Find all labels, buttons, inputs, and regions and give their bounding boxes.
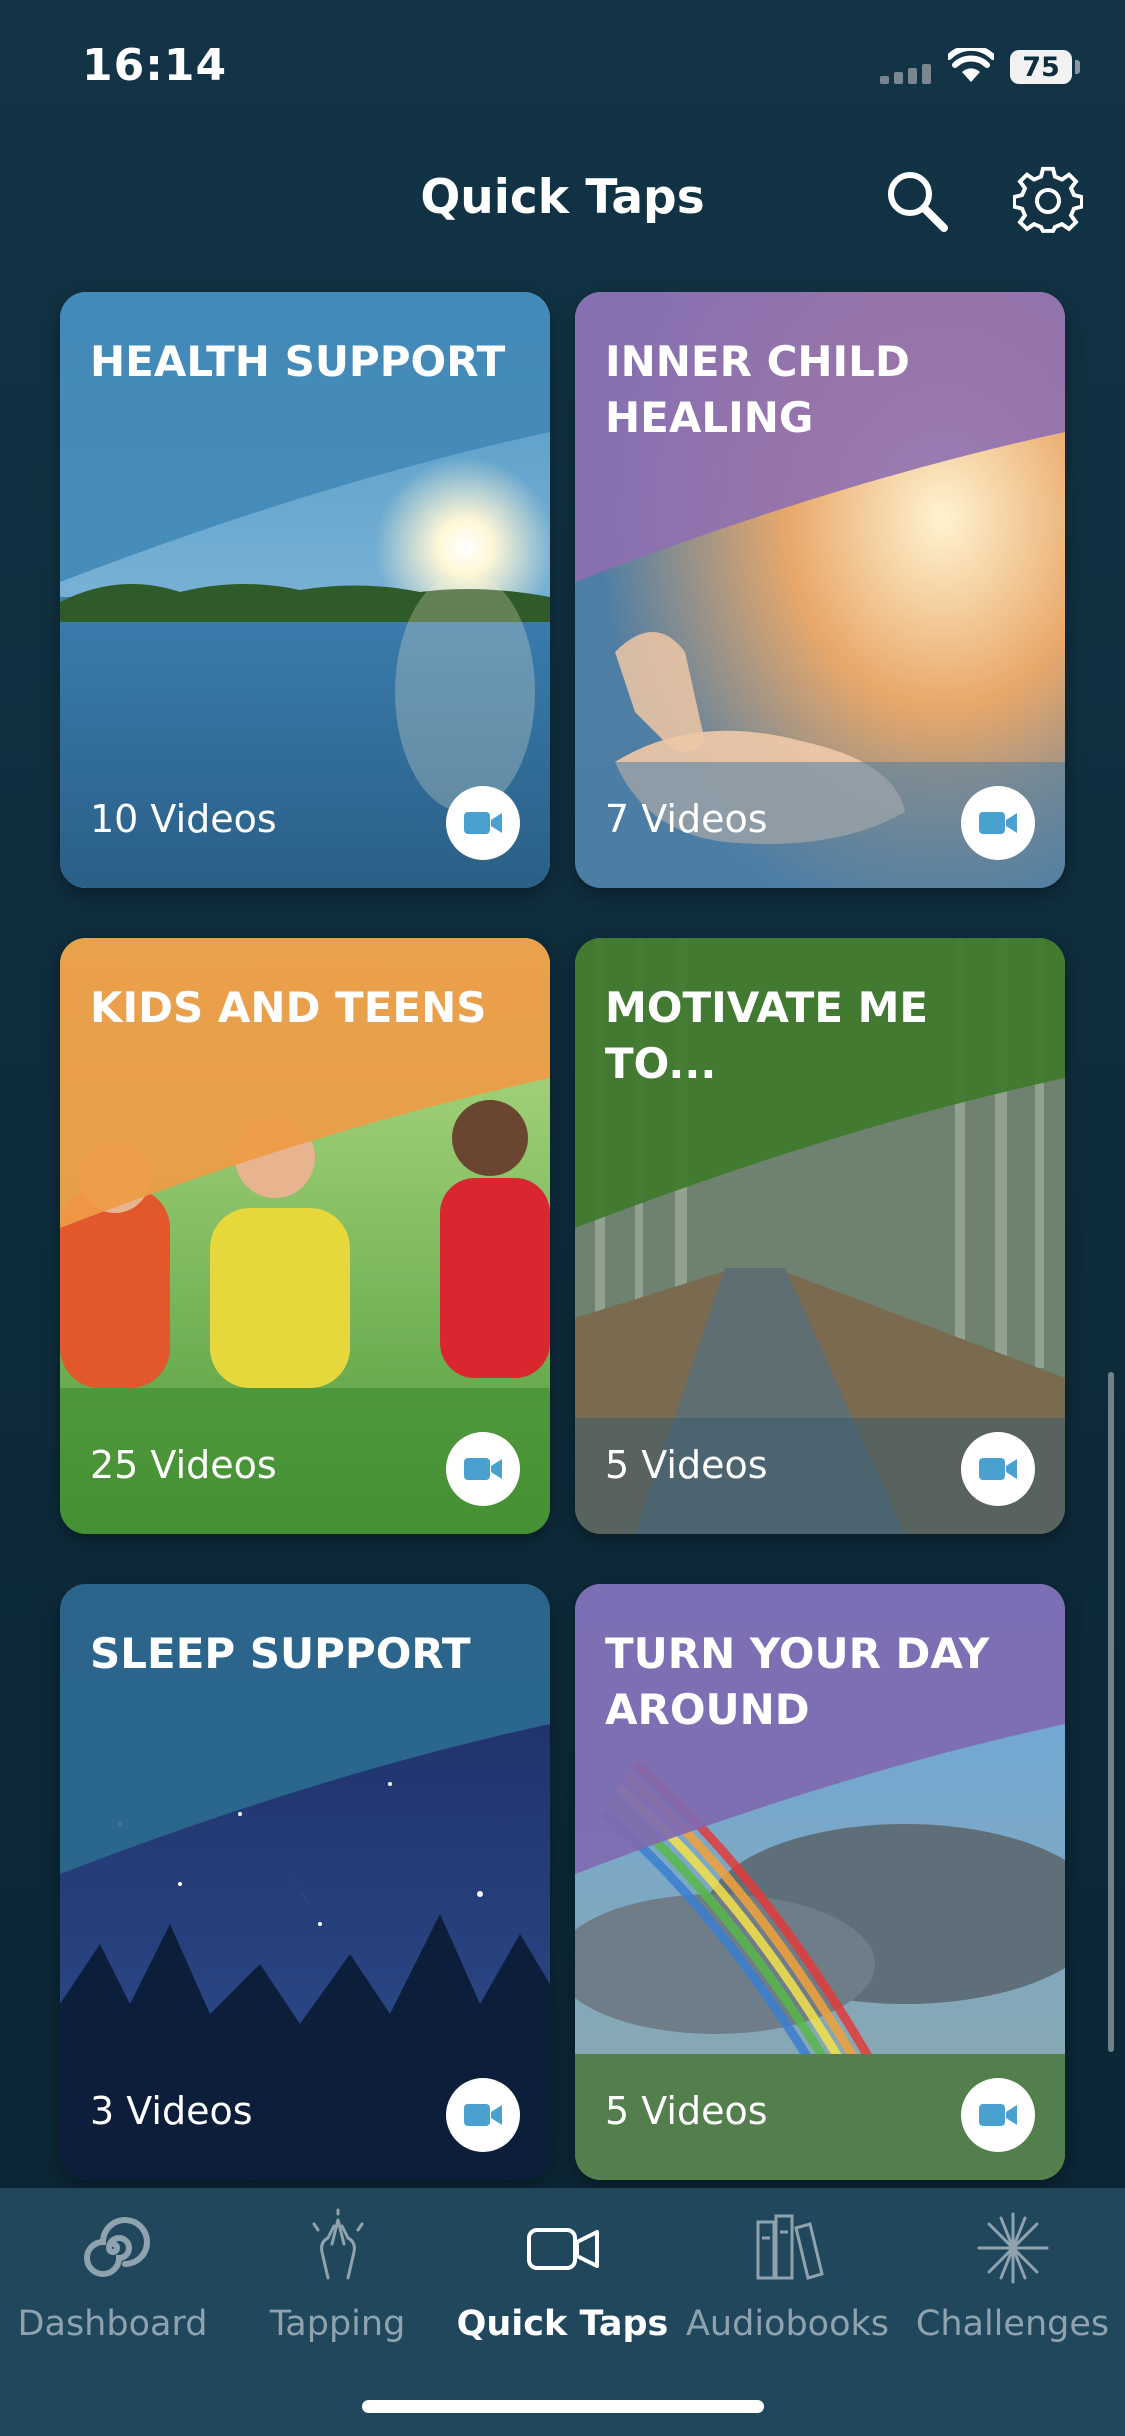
- video-button[interactable]: [961, 1432, 1035, 1506]
- video-count: 3 Videos: [90, 2089, 253, 2133]
- tab-audiobooks[interactable]: Audiobooks: [675, 2208, 900, 2358]
- card-title: KIDS AND TEENS: [90, 983, 487, 1032]
- tab-label: Challenges: [915, 2304, 1110, 2344]
- tab-quick-taps[interactable]: Quick Taps: [450, 2208, 675, 2358]
- video-button[interactable]: [961, 786, 1035, 860]
- hands-icon: [312, 2208, 363, 2280]
- card-title: INNER CHILD HEALING: [605, 337, 910, 442]
- star-burst-icon: [977, 2212, 1048, 2284]
- category-card-sleep-support[interactable]: SLEEP SUPPORT 3 Videos: [60, 1584, 550, 2180]
- video-button[interactable]: [446, 1432, 520, 1506]
- home-indicator[interactable]: [362, 2400, 764, 2413]
- video-camera-icon: [979, 812, 1017, 834]
- video-count: 5 Videos: [605, 1443, 768, 1487]
- tab-dashboard[interactable]: Dashboard: [0, 2208, 225, 2358]
- video-button[interactable]: [961, 2078, 1035, 2152]
- bottom-tab-bar: Dashboard Tapping Quick Taps Audiobooks …: [0, 2188, 1125, 2436]
- tab-label: Dashboard: [17, 2304, 208, 2344]
- page-header: Quick Taps: [0, 150, 1125, 250]
- video-camera-icon: [464, 812, 502, 834]
- page-title: Quick Taps: [420, 170, 705, 225]
- search-icon[interactable]: [882, 166, 952, 236]
- gear-icon[interactable]: [1013, 166, 1083, 236]
- books-icon: [756, 2214, 824, 2280]
- video-camera-icon: [979, 1458, 1017, 1480]
- status-bar: 16:14 75: [0, 0, 1125, 140]
- status-time: 16:14: [82, 40, 228, 91]
- category-grid: HEALTH SUPPORT 10 Videos INNER CHILD HEA…: [60, 292, 1065, 2182]
- category-card-kids-and-teens[interactable]: KIDS AND TEENS 25 Videos: [60, 938, 550, 1534]
- video-count: 7 Videos: [605, 797, 768, 841]
- video-button[interactable]: [446, 786, 520, 860]
- tab-challenges[interactable]: Challenges: [900, 2208, 1125, 2358]
- category-card-inner-child-healing[interactable]: INNER CHILD HEALING 7 Videos: [575, 292, 1065, 888]
- tab-tapping[interactable]: Tapping: [225, 2208, 450, 2358]
- tab-label: Quick Taps: [456, 2304, 669, 2344]
- tab-label: Audiobooks: [685, 2304, 890, 2344]
- video-camera-icon: [464, 1458, 502, 1480]
- tab-label: Tapping: [269, 2304, 406, 2344]
- card-title: SLEEP SUPPORT: [90, 1629, 471, 1678]
- cellular-signal-icon: [880, 64, 936, 84]
- video-camera-icon: [526, 2228, 599, 2270]
- battery-tip: [1075, 60, 1080, 74]
- card-title: MOTIVATE ME TO...: [605, 983, 929, 1088]
- video-camera-icon: [979, 2104, 1017, 2126]
- category-card-turn-your-day-around[interactable]: TURN YOUR DAY AROUND 5 Videos: [575, 1584, 1065, 2180]
- video-count: 25 Videos: [90, 1443, 277, 1487]
- scroll-indicator[interactable]: [1108, 1372, 1114, 2052]
- card-title: HEALTH SUPPORT: [90, 337, 506, 386]
- video-button[interactable]: [446, 2078, 520, 2152]
- video-count: 10 Videos: [90, 797, 277, 841]
- video-count: 5 Videos: [605, 2089, 768, 2133]
- category-card-health-support[interactable]: HEALTH SUPPORT 10 Videos: [60, 292, 550, 888]
- battery-indicator: 75: [1010, 50, 1072, 84]
- card-title: TURN YOUR DAY AROUND: [605, 1629, 990, 1734]
- spiral-icon: [83, 2217, 150, 2277]
- video-camera-icon: [464, 2104, 502, 2126]
- wifi-icon: [948, 48, 994, 82]
- category-card-motivate-me-to[interactable]: MOTIVATE ME TO... 5 Videos: [575, 938, 1065, 1534]
